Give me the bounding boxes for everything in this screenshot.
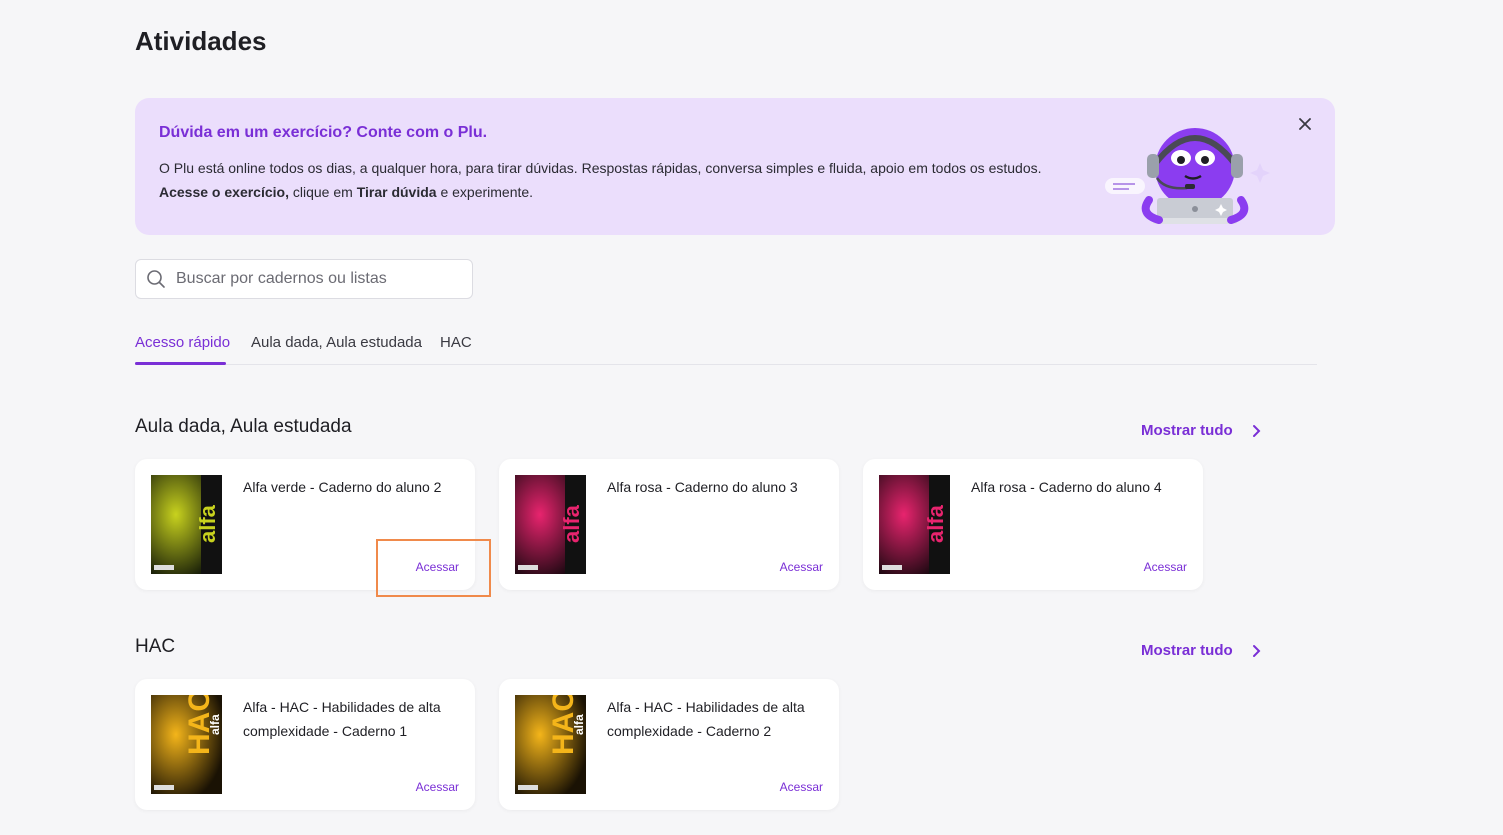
access-button[interactable]: Acessar <box>416 560 459 574</box>
notebook-card[interactable]: HAC alfa Alfa - HAC - Habilidades de alt… <box>135 679 475 810</box>
notebook-title: Alfa rosa - Caderno do aluno 3 <box>607 479 798 495</box>
svg-text:alfa: alfa <box>923 504 948 543</box>
access-button[interactable]: Acessar <box>416 780 459 794</box>
svg-text:alfa: alfa <box>559 504 584 543</box>
notebook-card[interactable]: alfa Alfa rosa - Caderno do aluno 3 Aces… <box>499 459 839 590</box>
access-button[interactable]: Acessar <box>780 780 823 794</box>
banner-line2-mid: clique em <box>288 184 357 200</box>
plu-mascot-illustration <box>1105 128 1270 224</box>
notebook-cover: HAC alfa <box>515 695 586 794</box>
tab-acesso-rapido[interactable]: Acesso rápido <box>135 334 230 351</box>
chevron-right-icon <box>1252 644 1261 657</box>
plu-banner: Dúvida em um exercício? Conte com o Plu.… <box>135 98 1335 235</box>
banner-bold-access: Acesse o exercício, <box>159 184 289 200</box>
svg-text:alfa: alfa <box>208 714 222 735</box>
banner-line1: O Plu está online todos os dias, a qualq… <box>159 160 1042 176</box>
access-button[interactable]: Acessar <box>780 560 823 574</box>
notebook-cover: alfa <box>879 475 950 574</box>
notebook-title: Alfa - HAC - Habilidades de alta complex… <box>607 699 805 739</box>
notebook-cover: alfa <box>515 475 586 574</box>
search-icon <box>147 270 165 288</box>
section-title-hac: HAC <box>135 636 176 657</box>
show-all-aula-dada-button[interactable]: Mostrar tudo <box>1141 422 1261 439</box>
banner-line2-end: e experimente. <box>436 184 534 200</box>
close-icon[interactable] <box>1295 114 1315 134</box>
tab-aula-dada[interactable]: Aula dada, Aula estudada <box>251 334 422 351</box>
tab-hac[interactable]: HAC <box>440 334 472 351</box>
access-button[interactable]: Acessar <box>1144 560 1187 574</box>
svg-text:alfa: alfa <box>572 714 586 735</box>
banner-title: Dúvida em um exercício? Conte com o Plu. <box>159 124 488 141</box>
notebook-title: Alfa verde - Caderno do aluno 2 <box>243 479 442 495</box>
search-box <box>135 259 473 299</box>
notebook-title: Alfa - HAC - Habilidades de alta complex… <box>243 699 441 739</box>
chevron-right-icon <box>1252 424 1261 437</box>
notebook-cover: HAC alfa <box>151 695 222 794</box>
notebook-card[interactable]: alfa Alfa rosa - Caderno do aluno 4 Aces… <box>863 459 1203 590</box>
notebook-card[interactable]: HAC alfa Alfa - HAC - Habilidades de alt… <box>499 679 839 810</box>
banner-text: O Plu está online todos os dias, a qualq… <box>159 156 1119 204</box>
notebook-title: Alfa rosa - Caderno do aluno 4 <box>971 479 1162 495</box>
search-input[interactable] <box>174 269 458 289</box>
notebook-cover: alfa <box>151 475 222 574</box>
show-all-hac-button[interactable]: Mostrar tudo <box>1141 642 1261 659</box>
section-title-aula-dada: Aula dada, Aula estudada <box>135 416 352 437</box>
show-all-label: Mostrar tudo <box>1141 642 1233 659</box>
show-all-label: Mostrar tudo <box>1141 422 1233 439</box>
svg-text:alfa: alfa <box>195 504 220 543</box>
notebook-card[interactable]: alfa Alfa verde - Caderno do aluno 2 Ace… <box>135 459 475 590</box>
page-title: Atividades <box>135 26 267 56</box>
tabs-bar: Acesso rápido Aula dada, Aula estudada H… <box>135 322 1317 365</box>
active-tab-indicator <box>135 362 226 365</box>
banner-bold-ask: Tirar dúvida <box>356 184 437 200</box>
